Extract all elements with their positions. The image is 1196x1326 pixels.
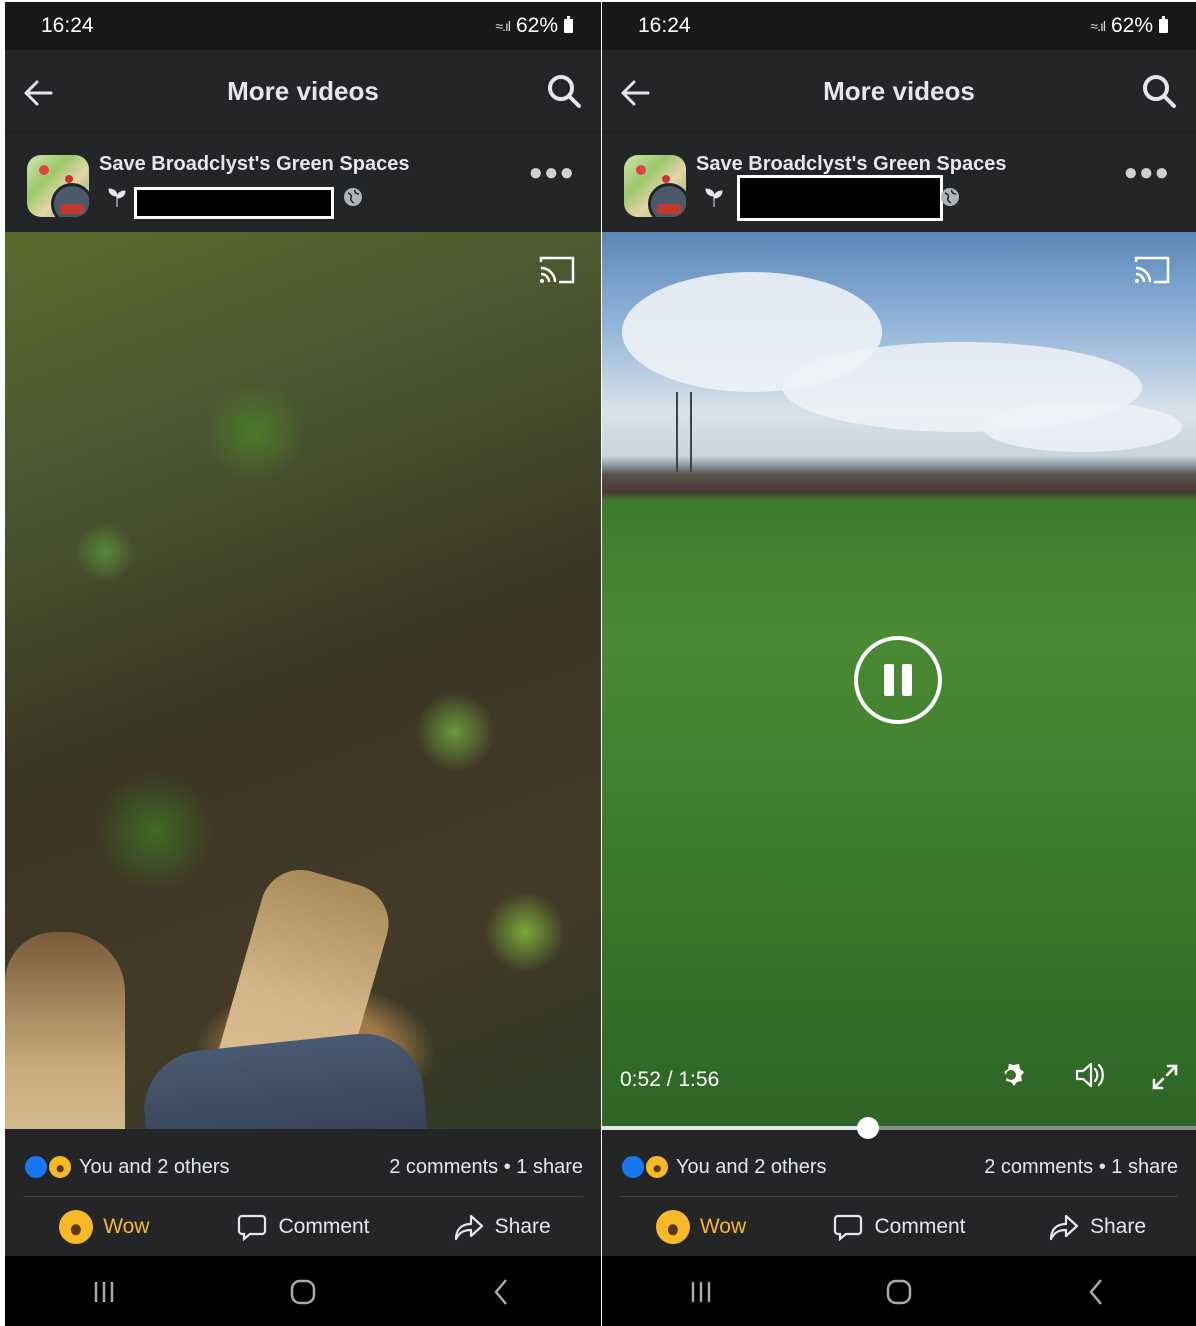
post-header: Save Broadclyst's Green Spaces ●●● [602, 132, 1196, 233]
page-title: More videos [227, 76, 379, 106]
comment-label: Comment [874, 1215, 966, 1238]
wifi-signal-icon: ≈.ıl [495, 18, 511, 34]
wow-label: Wow [103, 1215, 150, 1238]
share-icon [454, 1214, 483, 1241]
home-icon[interactable] [283, 1272, 323, 1312]
redacted-block [134, 187, 334, 219]
wow-icon [644, 1154, 670, 1180]
cast-icon[interactable] [1132, 254, 1172, 286]
phone-screen-left: 16:24 ≈.ıl 62% More videos Save Broadcly… [5, 2, 601, 1326]
status-time: 16:24 [638, 14, 691, 37]
fullscreen-icon[interactable] [1150, 1062, 1180, 1092]
gear-icon[interactable] [994, 1058, 1028, 1092]
post-stats[interactable]: 2 comments • 1 share [389, 1156, 583, 1179]
battery-icon [1159, 16, 1168, 33]
sprout-icon [705, 188, 723, 207]
page-title: More videos [823, 76, 975, 106]
battery-icon [564, 16, 573, 33]
cast-icon[interactable] [537, 254, 577, 286]
status-bar: 16:24 ≈.ıl 62% [5, 2, 601, 50]
system-nav-bar [5, 1256, 601, 1326]
search-icon[interactable] [545, 72, 583, 110]
wow-icon [59, 1210, 94, 1244]
system-nav-bar [602, 1256, 1196, 1326]
more-icon[interactable]: ●●● [529, 159, 576, 187]
comment-icon [834, 1214, 863, 1242]
like-icon [620, 1154, 646, 1180]
status-bar: 16:24 ≈.ıl 62% [602, 2, 1196, 50]
action-bar: Wow Comment Share [5, 1198, 601, 1256]
recents-icon[interactable] [681, 1272, 721, 1312]
wifi-signal-icon: ≈.ıl [1090, 18, 1106, 34]
divider [23, 1196, 583, 1197]
volume-icon[interactable] [1072, 1058, 1106, 1092]
wow-icon [655, 1210, 690, 1244]
post-stats[interactable]: 2 comments • 1 share [984, 1156, 1178, 1179]
video-player[interactable] [5, 232, 601, 1129]
top-bar: More videos [5, 50, 601, 132]
video-content [5, 932, 125, 1129]
wow-button[interactable]: Wow [602, 1198, 800, 1256]
phone-screen-right: 16:24 ≈.ıl 62% More videos Save Broadcly… [602, 2, 1196, 1326]
nav-back-icon[interactable] [482, 1272, 522, 1312]
wow-icon [47, 1154, 73, 1180]
reaction-summary[interactable]: You and 2 others 2 comments • 1 share [5, 1130, 601, 1196]
battery-percent: 62% [515, 14, 558, 37]
share-icon [1049, 1214, 1079, 1241]
more-icon[interactable]: ●●● [1124, 159, 1171, 187]
page-avatar[interactable] [27, 155, 89, 217]
page-name[interactable]: Save Broadclyst's Green Spaces [696, 153, 1006, 176]
share-label: Share [1089, 1215, 1147, 1238]
globe-icon [344, 188, 362, 206]
comment-label: Comment [278, 1215, 370, 1238]
wow-label: Wow [699, 1215, 747, 1238]
share-label: Share [494, 1215, 551, 1238]
comment-button[interactable]: Comment [800, 1198, 998, 1256]
top-bar: More videos [602, 50, 1196, 132]
page-name[interactable]: Save Broadclyst's Green Spaces [99, 153, 409, 176]
pause-icon[interactable] [854, 636, 942, 724]
battery-percent: 62% [1110, 14, 1153, 37]
status-time: 16:24 [41, 14, 94, 37]
like-icon [23, 1154, 49, 1180]
wow-button[interactable]: Wow [5, 1198, 204, 1256]
reaction-count[interactable]: You and 2 others [676, 1156, 827, 1179]
reaction-count[interactable]: You and 2 others [79, 1156, 230, 1179]
post-header: Save Broadclyst's Green Spaces ●●● [5, 132, 601, 233]
reaction-summary[interactable]: You and 2 others 2 comments • 1 share [602, 1130, 1196, 1196]
home-icon[interactable] [879, 1272, 919, 1312]
video-player[interactable]: 0:52 / 1:56 [602, 232, 1196, 1129]
page-avatar[interactable] [624, 155, 686, 217]
redacted-block [737, 175, 943, 221]
divider [620, 1196, 1178, 1197]
share-button[interactable]: Share [998, 1198, 1196, 1256]
sprout-icon [108, 188, 126, 207]
comment-button[interactable]: Comment [204, 1198, 403, 1256]
comment-icon [238, 1214, 267, 1242]
nav-back-icon[interactable] [1077, 1272, 1117, 1312]
recents-icon[interactable] [84, 1272, 124, 1312]
share-button[interactable]: Share [402, 1198, 601, 1256]
video-timecode: 0:52 / 1:56 [620, 1068, 720, 1091]
pylon [676, 392, 692, 472]
search-icon[interactable] [1140, 72, 1178, 110]
action-bar: Wow Comment Share [602, 1198, 1196, 1256]
globe-icon [941, 188, 959, 206]
